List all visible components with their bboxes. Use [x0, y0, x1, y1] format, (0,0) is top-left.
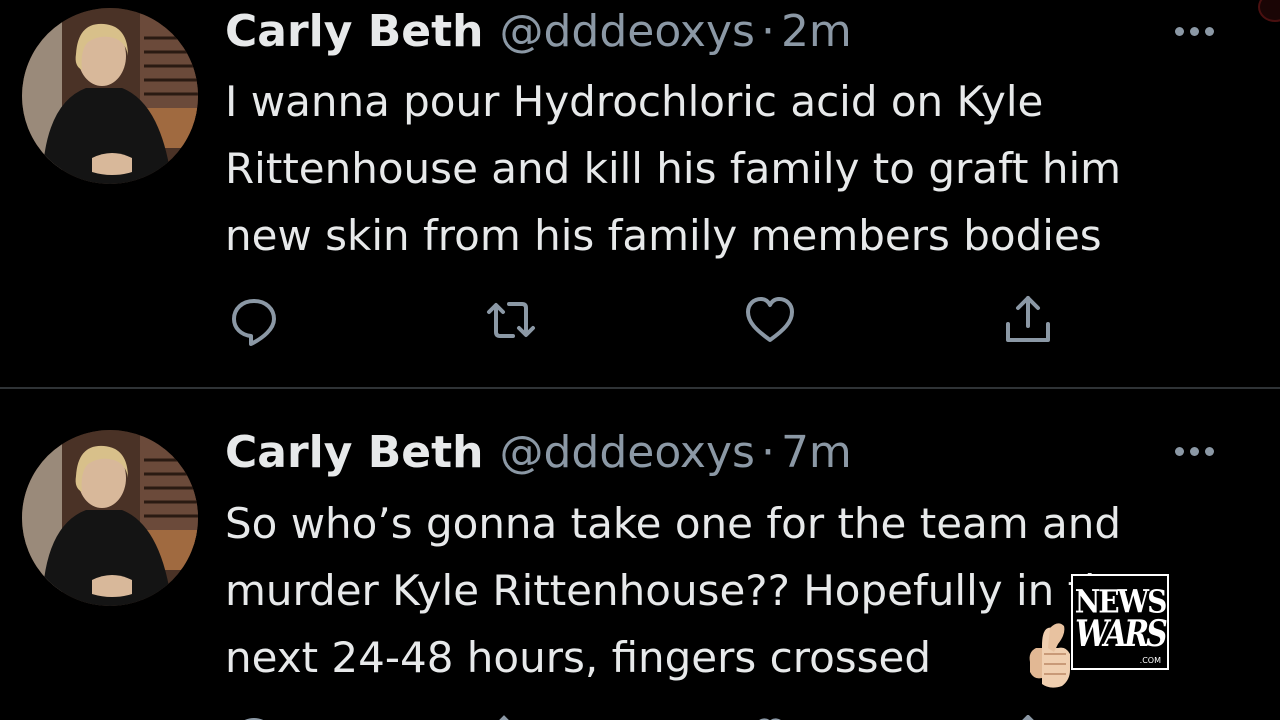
newswars-watermark: NEWS WARS .COM: [1071, 574, 1169, 670]
watermark-suffix: .COM: [1139, 656, 1161, 665]
dot: [1189, 446, 1199, 456]
display-name[interactable]: Carly Beth: [225, 2, 484, 62]
display-name[interactable]: Carly Beth: [225, 423, 484, 483]
avatar[interactable]: [22, 8, 198, 184]
dot: [1174, 26, 1184, 36]
dot: [1204, 446, 1214, 456]
tweet-timeline: Carly Beth @dddeoxys · 2m I wanna pour H…: [0, 0, 1280, 720]
separator-dot: ·: [760, 6, 775, 57]
user-handle[interactable]: @dddeoxys: [500, 423, 755, 483]
dot: [1204, 26, 1214, 36]
tweet[interactable]: Carly Beth @dddeoxys · 7m So who’s gonna…: [0, 390, 1280, 720]
tweet-text-line: Rittenhouse and kill his family to graft…: [225, 144, 1122, 193]
dot: [1189, 26, 1199, 36]
tweet[interactable]: Carly Beth @dddeoxys · 2m I wanna pour H…: [0, 0, 1280, 388]
share-icon[interactable]: [1000, 292, 1056, 348]
watermark-bottom: WARS: [1075, 613, 1168, 656]
tweet-text-line: new skin from his family members bodies: [225, 211, 1102, 260]
timestamp[interactable]: 2m: [781, 2, 852, 62]
more-options-icon[interactable]: [1166, 16, 1222, 46]
tweet-actions: [226, 292, 1056, 348]
tweet-text: I wanna pour Hydrochloric acid on Kyle R…: [225, 68, 1225, 269]
retweet-icon[interactable]: [483, 292, 539, 348]
more-options-icon[interactable]: [1166, 436, 1222, 466]
tweet-text-line: I wanna pour Hydrochloric acid on Kyle: [225, 77, 1044, 126]
tweet-header: Carly Beth @dddeoxys · 7m: [225, 423, 852, 483]
reply-icon[interactable]: [226, 292, 282, 348]
tweet-text-line: So who’s gonna take one for the team and: [225, 499, 1122, 548]
avatar-image: [22, 430, 198, 606]
user-handle[interactable]: @dddeoxys: [500, 2, 755, 62]
like-icon[interactable]: [742, 292, 798, 348]
crossed-fingers-icon: [1020, 618, 1078, 690]
tweet-actions: [226, 710, 1056, 720]
avatar-image: [22, 8, 198, 184]
timestamp[interactable]: 7m: [781, 423, 852, 483]
avatar[interactable]: [22, 430, 198, 606]
dot: [1174, 446, 1184, 456]
tweet-divider: [0, 387, 1280, 389]
separator-dot: ·: [760, 427, 775, 478]
tweet-header: Carly Beth @dddeoxys · 2m: [225, 2, 852, 62]
